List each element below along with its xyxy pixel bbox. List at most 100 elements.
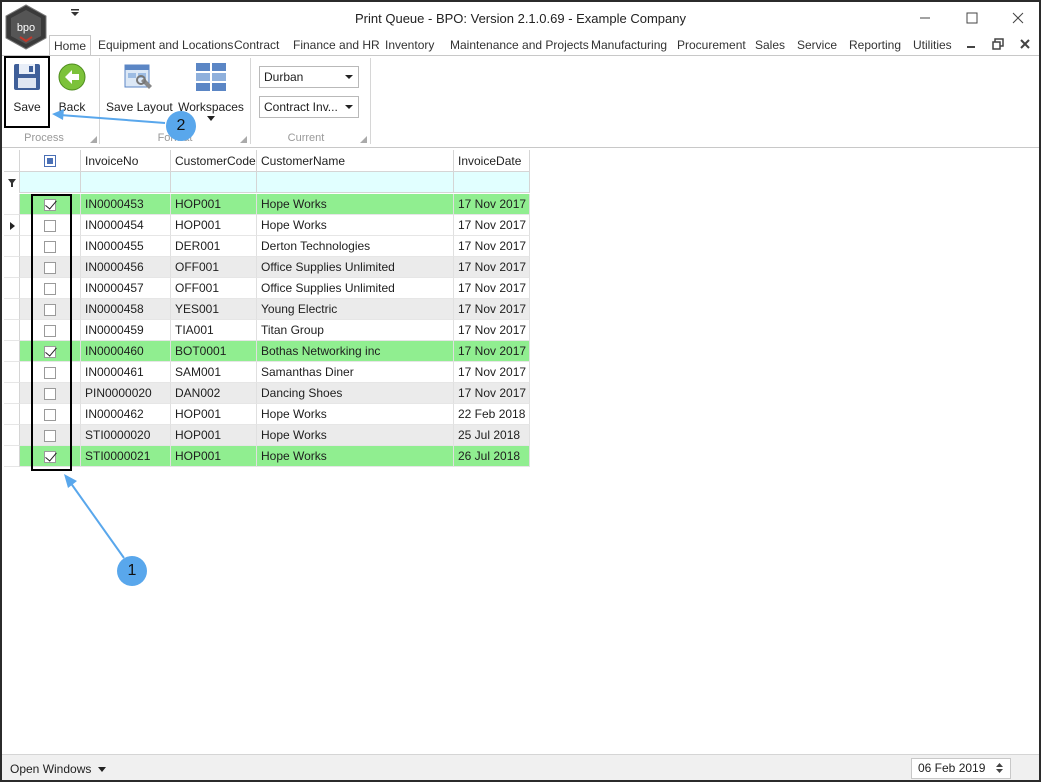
cell-invoicedate[interactable]: 17 Nov 2017	[454, 236, 530, 257]
row-indicator[interactable]	[4, 383, 20, 404]
cell-customername[interactable]: Dancing Shoes	[257, 383, 454, 404]
cell-invoicedate[interactable]: 17 Nov 2017	[454, 362, 530, 383]
cell-customercode[interactable]: HOP001	[171, 425, 257, 446]
table-row[interactable]: IN0000455 DER001 Derton Technologies 17 Nov…	[4, 236, 530, 257]
cell-customername[interactable]: Office Supplies Unlimited	[257, 257, 454, 278]
row-indicator[interactable]	[4, 215, 20, 236]
cell-customername[interactable]: Bothas Networking inc	[257, 341, 454, 362]
report-combo[interactable]: Contract Inv...	[259, 96, 359, 118]
maximize-button[interactable]	[957, 5, 987, 31]
table-row[interactable]: STI0000021 HOP001 Hope Works 26 Jul 2018	[4, 446, 530, 467]
cell-invoiceno[interactable]: IN0000453	[81, 194, 171, 215]
cell-customercode[interactable]: DER001	[171, 236, 257, 257]
cell-customercode[interactable]: YES001	[171, 299, 257, 320]
mdi-close-button[interactable]	[1018, 38, 1032, 52]
cell-invoiceno[interactable]: IN0000454	[81, 215, 171, 236]
cell-invoicedate[interactable]: 25 Jul 2018	[454, 425, 530, 446]
cell-invoicedate[interactable]: 17 Nov 2017	[454, 257, 530, 278]
dialog-launcher-icon[interactable]	[90, 136, 97, 143]
cell-customername[interactable]: Hope Works	[257, 404, 454, 425]
cell-invoicedate[interactable]: 17 Nov 2017	[454, 383, 530, 404]
column-header-customercode[interactable]: CustomerCode	[171, 150, 257, 172]
cell-customercode[interactable]: SAM001	[171, 362, 257, 383]
dialog-launcher-icon[interactable]	[240, 136, 247, 143]
row-indicator[interactable]	[4, 341, 20, 362]
table-row[interactable]: IN0000458 YES001 Young Electric 17 Nov 2017	[4, 299, 530, 320]
row-indicator[interactable]	[4, 446, 20, 467]
table-row[interactable]: IN0000453 HOP001 Hope Works 17 Nov 2017	[4, 194, 530, 215]
cell-customercode[interactable]: BOT0001	[171, 341, 257, 362]
minimize-button[interactable]	[910, 5, 940, 31]
cell-customercode[interactable]: HOP001	[171, 404, 257, 425]
cell-invoiceno[interactable]: PIN0000020	[81, 383, 171, 404]
table-row[interactable]: PIN0000020 DAN002 Dancing Shoes 17 Nov 2017	[4, 383, 530, 404]
tab-procurement[interactable]: Procurement	[677, 35, 746, 56]
cell-customername[interactable]: Hope Works	[257, 215, 454, 236]
cell-invoiceno[interactable]: IN0000460	[81, 341, 171, 362]
cell-customername[interactable]: Hope Works	[257, 446, 454, 467]
cell-invoicedate[interactable]: 17 Nov 2017	[454, 341, 530, 362]
column-header-customername[interactable]: CustomerName	[257, 150, 454, 172]
select-all-header[interactable]	[20, 150, 81, 172]
cell-customername[interactable]: Office Supplies Unlimited	[257, 278, 454, 299]
cell-invoicedate[interactable]: 17 Nov 2017	[454, 215, 530, 236]
cell-invoicedate[interactable]: 17 Nov 2017	[454, 278, 530, 299]
site-combo[interactable]: Durban	[259, 66, 359, 88]
row-indicator[interactable]	[4, 362, 20, 383]
table-row[interactable]: IN0000461 SAM001 Samanthas Diner 17 Nov 201…	[4, 362, 530, 383]
tab-contract[interactable]: Contract	[234, 35, 279, 56]
cell-invoicedate[interactable]: 17 Nov 2017	[454, 194, 530, 215]
cell-customercode[interactable]: HOP001	[171, 194, 257, 215]
tab-finance-and-hr[interactable]: Finance and HR	[293, 35, 380, 56]
row-indicator[interactable]	[4, 404, 20, 425]
tab-utilities[interactable]: Utilities	[913, 35, 952, 56]
cell-invoiceno[interactable]: IN0000458	[81, 299, 171, 320]
cell-invoiceno[interactable]: STI0000021	[81, 446, 171, 467]
column-header-invoicedate[interactable]: InvoiceDate	[454, 150, 530, 172]
mdi-restore-button[interactable]	[991, 38, 1005, 52]
table-row[interactable]: IN0000459 TIA001 Titan Group 17 Nov 2017	[4, 320, 530, 341]
table-row[interactable]: IN0000457 OFF001 Office Supplies Unlimited…	[4, 278, 530, 299]
cell-customercode[interactable]: HOP001	[171, 215, 257, 236]
tab-home[interactable]: Home	[49, 35, 92, 57]
table-row[interactable]: IN0000462 HOP001 Hope Works 22 Feb 2018	[4, 404, 530, 425]
tab-reporting[interactable]: Reporting	[849, 35, 901, 56]
close-button[interactable]	[1003, 5, 1033, 31]
cell-customername[interactable]: Titan Group	[257, 320, 454, 341]
auto-filter-row[interactable]	[4, 172, 530, 193]
table-row[interactable]: IN0000456 OFF001 Office Supplies Unlimited…	[4, 257, 530, 278]
row-indicator[interactable]	[4, 236, 20, 257]
cell-invoiceno[interactable]: IN0000459	[81, 320, 171, 341]
tab-inventory[interactable]: Inventory	[385, 35, 434, 56]
cell-invoiceno[interactable]: IN0000457	[81, 278, 171, 299]
tab-maintenance-and-projects[interactable]: Maintenance and Projects	[450, 35, 589, 56]
cell-invoiceno[interactable]: STI0000020	[81, 425, 171, 446]
mdi-minimize-button[interactable]	[964, 38, 978, 52]
filter-cell-customercode[interactable]	[171, 172, 257, 193]
table-row[interactable]: STI0000020 HOP001 Hope Works 25 Jul 2018	[4, 425, 530, 446]
cell-invoicedate[interactable]: 17 Nov 2017	[454, 320, 530, 341]
cell-invoicedate[interactable]: 22 Feb 2018	[454, 404, 530, 425]
spin-arrows-icon[interactable]	[995, 762, 1004, 774]
filter-cell-customername[interactable]	[257, 172, 454, 193]
filter-cell-invoiceno[interactable]	[81, 172, 171, 193]
back-button[interactable]: Back	[54, 58, 90, 128]
cell-invoiceno[interactable]: IN0000455	[81, 236, 171, 257]
save-layout-button[interactable]: Save Layout	[106, 58, 173, 128]
cell-customername[interactable]: Derton Technologies	[257, 236, 454, 257]
cell-customername[interactable]: Hope Works	[257, 194, 454, 215]
cell-invoiceno[interactable]: IN0000461	[81, 362, 171, 383]
cell-invoiceno[interactable]: IN0000456	[81, 257, 171, 278]
current-date-field[interactable]: 06 Feb 2019	[911, 758, 1011, 779]
column-header-invoiceno[interactable]: InvoiceNo	[81, 150, 171, 172]
cell-invoicedate[interactable]: 26 Jul 2018	[454, 446, 530, 467]
row-indicator[interactable]	[4, 425, 20, 446]
bpo-logo-icon[interactable]: bpo	[4, 4, 48, 50]
row-indicator[interactable]	[4, 257, 20, 278]
table-row[interactable]: IN0000460 BOT0001 Bothas Networking inc 17 …	[4, 341, 530, 362]
cell-customername[interactable]: Hope Works	[257, 425, 454, 446]
cell-invoicedate[interactable]: 17 Nov 2017	[454, 299, 530, 320]
tab-service[interactable]: Service	[797, 35, 837, 56]
row-indicator[interactable]	[4, 299, 20, 320]
cell-customercode[interactable]: DAN002	[171, 383, 257, 404]
